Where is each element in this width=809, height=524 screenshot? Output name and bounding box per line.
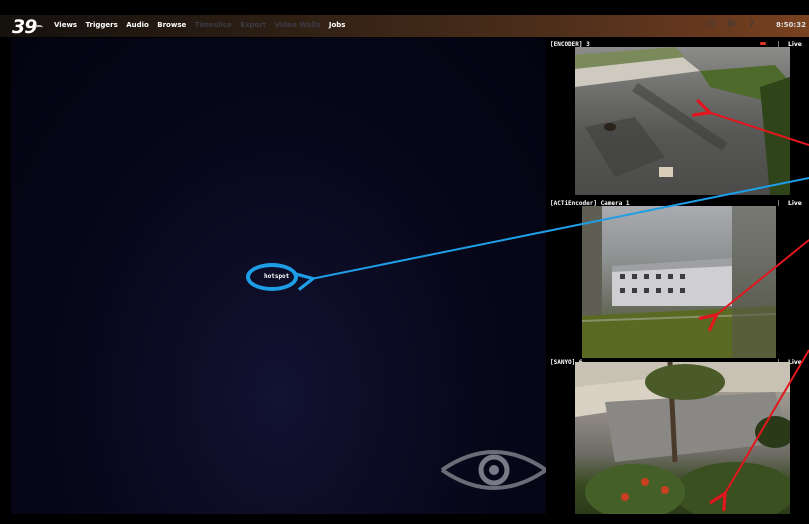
bottom-bar — [0, 514, 809, 524]
annotation-arrow-red-1 — [708, 112, 809, 146]
annotation-arrow-red-2 — [715, 239, 809, 316]
annotation-arrows — [0, 0, 809, 524]
annotation-arrow-blue — [311, 177, 809, 279]
annotation-arrow-red-3 — [724, 349, 809, 495]
